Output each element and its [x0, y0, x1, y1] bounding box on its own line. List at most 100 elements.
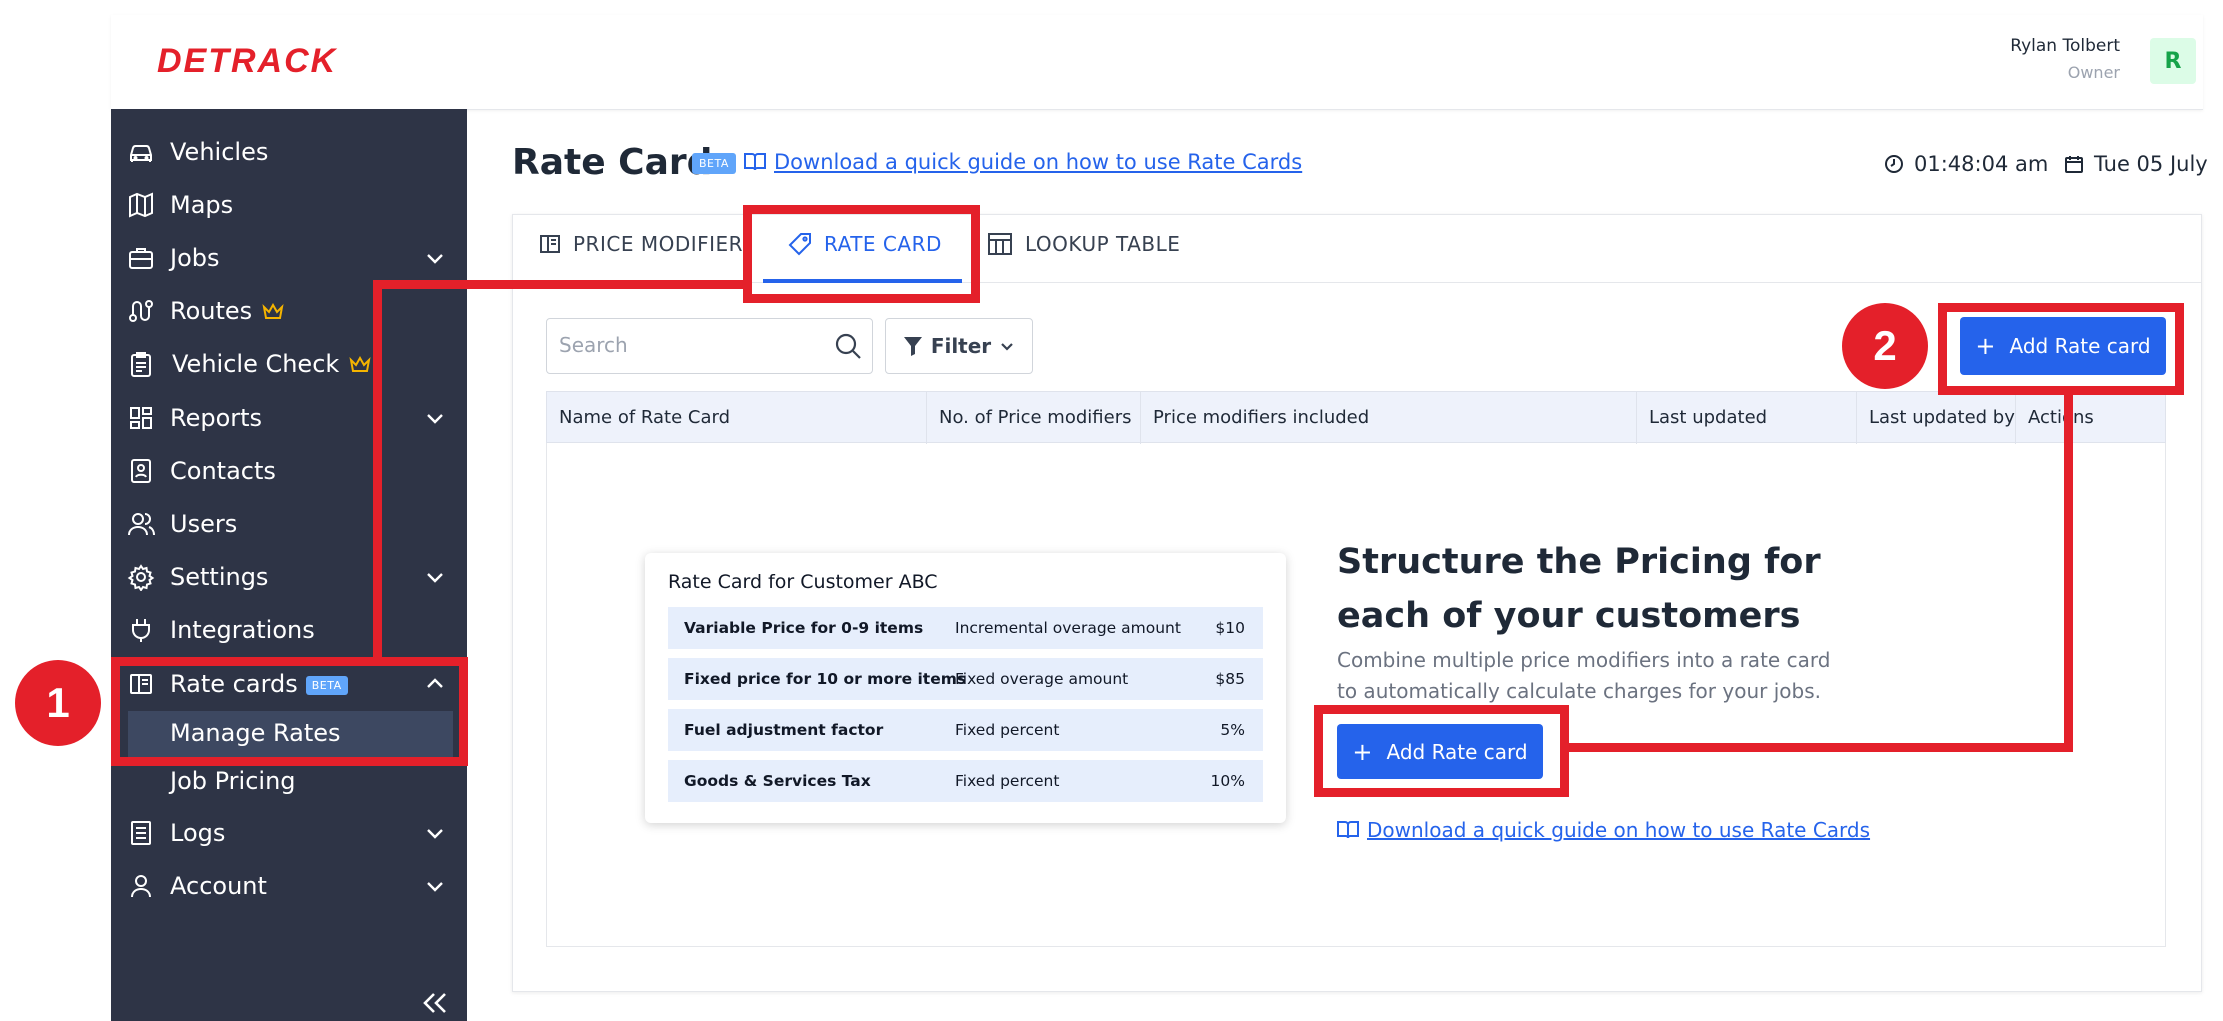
column-divider	[2015, 392, 2016, 444]
illustration-row: Fixed price for 10 or more items Fixed o…	[668, 658, 1263, 700]
sidebar-item-label: Vehicles	[170, 138, 269, 166]
sidebar-item-logs[interactable]: Logs	[111, 809, 467, 857]
tab-label: PRICE MODIFIER	[573, 232, 744, 256]
collapse-sidebar-icon[interactable]	[420, 990, 450, 1016]
sidebar-item-label: Reports	[170, 404, 263, 432]
date-text: Tue 05 July	[2094, 152, 2208, 176]
modifier-value: $10	[1215, 619, 1245, 637]
modifier-name: Goods & Services Tax	[684, 772, 871, 790]
sidebar-item-account[interactable]: Account	[111, 862, 467, 910]
modifier-name: Fixed price for 10 or more items	[684, 670, 967, 688]
page-title: Rate Card	[512, 142, 713, 183]
chevron-down-icon	[427, 414, 443, 424]
illustration-row: Fuel adjustment factor Fixed percent 5%	[668, 709, 1263, 751]
heading-line: Structure the Pricing for	[1337, 542, 1821, 582]
search-input[interactable]	[559, 333, 819, 357]
column-header[interactable]: Last updated	[1649, 407, 1767, 428]
car-icon	[130, 145, 152, 162]
clipboard-icon	[131, 352, 151, 377]
dashboard-icon	[130, 407, 152, 429]
chevron-down-icon	[427, 882, 443, 892]
empty-state-heading: Structure the Pricing for each of your c…	[1337, 535, 1857, 643]
chevron-down-icon	[427, 254, 443, 264]
column-header[interactable]: Price modifiers included	[1153, 407, 1369, 428]
table-icon	[988, 233, 1012, 255]
sidebar-item-label-wrap: Vehicle Check	[172, 350, 371, 378]
guide-link[interactable]: Download a quick guide on how to use Rat…	[1337, 818, 1870, 842]
table-header: Name of Rate Card No. of Price modifiers…	[546, 391, 2166, 444]
annotation-connector	[373, 280, 382, 657]
sidebar-item-reports[interactable]: Reports	[111, 394, 467, 442]
modifier-name: Fuel adjustment factor	[684, 721, 884, 739]
tab-lookup-table[interactable]: LOOKUP TABLE	[987, 232, 1180, 256]
annotation-step-1: 1	[15, 660, 101, 746]
column-header[interactable]: Name of Rate Card	[559, 407, 730, 428]
chevron-down-icon	[427, 829, 443, 839]
user-info[interactable]: Rylan Tolbert Owner	[1700, 36, 2120, 86]
column-header: Actions	[2028, 407, 2094, 428]
modifier-value: 5%	[1220, 721, 1245, 739]
column-divider	[1636, 392, 1637, 444]
column-divider	[1140, 392, 1141, 444]
detrack-logo[interactable]: DETRACK	[157, 42, 337, 81]
annotation-step-2: 2	[1842, 303, 1928, 389]
tab-price-modifier[interactable]: PRICE MODIFIER	[539, 232, 743, 256]
book-icon	[1337, 821, 1359, 839]
sidebar-item-users[interactable]: Users	[111, 500, 467, 548]
sidebar-item-routes[interactable]: Routes	[111, 287, 467, 335]
crown-icon	[262, 303, 284, 319]
book-icon	[744, 153, 766, 171]
sidebar-item-integrations[interactable]: Integrations	[111, 606, 467, 654]
filter-button[interactable]: Filter	[885, 318, 1033, 374]
sidebar-item-maps[interactable]: Maps	[111, 181, 467, 229]
annotation-connector	[373, 280, 745, 289]
modifier-type: Fixed overage amount	[955, 670, 1129, 688]
modifier-name: Variable Price for 0-9 items	[684, 619, 924, 637]
description-line: Combine multiple price modifiers into a …	[1337, 648, 1831, 672]
sidebar-item-jobs[interactable]: Jobs	[111, 234, 467, 282]
sidebar-item-label-wrap: Routes	[170, 297, 284, 325]
search-icon[interactable]	[834, 332, 862, 360]
current-time: 01:48:04 am	[1884, 152, 2048, 176]
map-icon	[129, 192, 153, 218]
filter-icon	[903, 337, 922, 356]
clock-icon	[1885, 155, 1903, 173]
column-header[interactable]: Last updated by	[1869, 407, 2015, 428]
gear-icon	[127, 564, 155, 591]
annotation-connector	[2064, 395, 2073, 752]
search-box[interactable]	[546, 318, 873, 374]
sidebar-item-label: Job Pricing	[170, 767, 296, 795]
sidebar-item-settings[interactable]: Settings	[111, 553, 467, 601]
sidebar-item-contacts[interactable]: Contacts	[111, 447, 467, 495]
avatar[interactable]: R	[2150, 38, 2196, 84]
user-name: Rylan Tolbert	[2010, 36, 2120, 56]
briefcase-icon	[129, 248, 153, 269]
illustration-title: Rate Card for Customer ABC	[668, 571, 938, 593]
description-line: to automatically calculate charges for y…	[1337, 679, 1821, 703]
empty-state-description: Combine multiple price modifiers into a …	[1337, 645, 1857, 707]
chevron-down-icon	[1001, 343, 1013, 351]
sidebar-item-vehicles[interactable]: Vehicles	[111, 128, 467, 176]
guide-link[interactable]: Download a quick guide on how to use Rat…	[744, 150, 1302, 174]
annotation-box-rate-card-tab	[743, 205, 980, 303]
plug-icon	[132, 619, 150, 642]
contact-card-icon	[131, 459, 151, 483]
sidebar-item-vehicle-check[interactable]: Vehicle Check	[111, 340, 467, 388]
price-modifier-icon	[540, 235, 560, 253]
modifier-type: Fixed percent	[955, 772, 1060, 790]
current-date: Tue 05 July	[2064, 152, 2208, 176]
chevron-down-icon	[427, 573, 443, 583]
illustration-row: Goods & Services Tax Fixed percent 10%	[668, 760, 1263, 802]
time-text: 01:48:04 am	[1914, 152, 2049, 176]
sidebar-item-label: Vehicle Check	[172, 350, 340, 378]
annotation-connector	[1569, 743, 2073, 752]
modifier-type: Incremental overage amount	[955, 619, 1181, 637]
sidebar-item-label: Maps	[170, 191, 234, 219]
route-icon	[129, 300, 153, 322]
beta-badge: BETA	[692, 153, 736, 174]
modifier-value: $85	[1215, 670, 1245, 688]
modifier-value: 10%	[1210, 772, 1245, 790]
filter-label: Filter	[930, 334, 992, 358]
sidebar-item-label: Settings	[170, 563, 269, 591]
column-header[interactable]: No. of Price modifiers	[939, 407, 1131, 428]
